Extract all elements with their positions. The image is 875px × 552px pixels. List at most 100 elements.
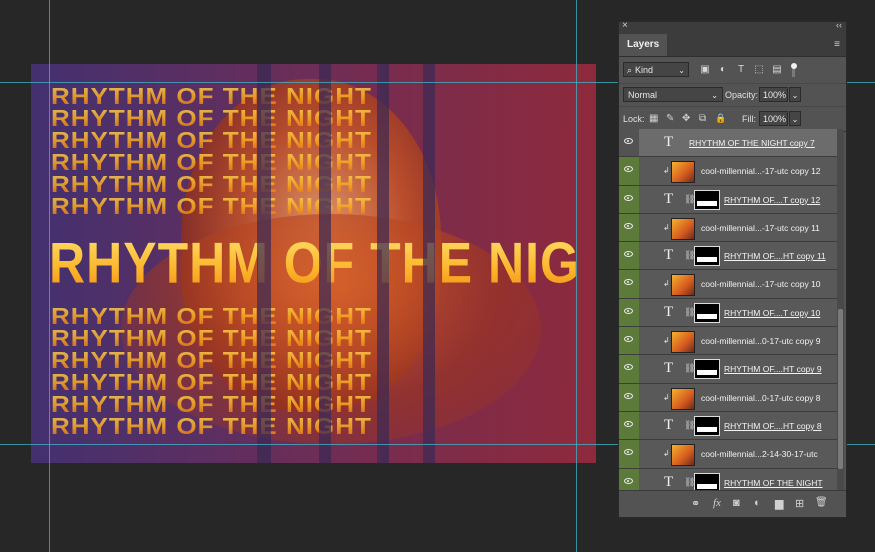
layer-row[interactable]: ↲ cool-millennial...2-14-30-17-utc xyxy=(619,440,837,469)
layer-row[interactable]: T ⛓ RHYTHM OF....HT copy 11 xyxy=(619,242,837,271)
visibility-toggle[interactable] xyxy=(619,213,639,242)
lock-transparent-icon[interactable]: ▦ xyxy=(649,113,658,124)
visibility-toggle[interactable] xyxy=(619,440,639,468)
type-layer-icon: T xyxy=(664,473,674,490)
new-group-folder-icon[interactable]: ▆ xyxy=(775,497,783,510)
main-title-text: RHYTHM OF THE NIGHT xyxy=(49,230,596,296)
fx-icon[interactable]: fx xyxy=(713,497,721,509)
link-layers-icon[interactable]: ⚭ xyxy=(691,497,700,510)
layer-name[interactable]: RHYTHM OF....HT copy 8 xyxy=(724,412,822,439)
lock-all-icon[interactable]: 🔒 xyxy=(715,113,726,124)
lock-position-icon[interactable]: ✥ xyxy=(682,113,690,124)
kind-filter-select[interactable]: ⌕ Kind ⌄ xyxy=(623,62,689,77)
visibility-toggle[interactable] xyxy=(619,298,639,327)
type-layer-icon: T xyxy=(664,247,674,264)
layer-name[interactable]: RHYTHM OF....T copy 12 xyxy=(724,186,820,213)
type-layer-icon: T xyxy=(664,360,674,377)
visibility-toggle[interactable] xyxy=(619,327,639,355)
layer-name[interactable]: cool-millennial...0-17-utc copy 9 xyxy=(701,327,821,354)
layer-row[interactable]: T ⛓ RHYTHM OF....T copy 10 xyxy=(619,298,837,328)
type-filter-icon[interactable]: T xyxy=(735,64,747,75)
panel-menu-icon[interactable]: ≡ xyxy=(834,39,840,50)
opacity-chevron[interactable]: ⌄ xyxy=(789,87,801,102)
visibility-toggle[interactable] xyxy=(619,129,639,157)
layer-name[interactable]: cool-millennial...-17-utc copy 10 xyxy=(701,270,821,297)
layer-row[interactable]: ↲ cool-millennial...0-17-utc copy 9 xyxy=(619,327,837,356)
close-icon[interactable]: × xyxy=(622,20,628,31)
visibility-toggle[interactable] xyxy=(619,411,639,440)
visibility-toggle[interactable] xyxy=(619,157,639,185)
layer-name[interactable]: cool-millennial...0-17-utc copy 8 xyxy=(701,384,821,411)
filter-toggle-stem xyxy=(792,69,795,77)
adjustment-filter-icon[interactable]: ◐ xyxy=(717,64,729,75)
visibility-toggle[interactable] xyxy=(619,185,639,213)
layer-row[interactable]: ↲ cool-millennial...-17-utc copy 10 xyxy=(619,270,837,299)
eye-icon xyxy=(624,307,633,314)
layers-panel: × ‹‹ Layers ≡ ⌕ Kind ⌄ ▣ ◐ T ⬚ ▤ Normal ⌄… xyxy=(618,20,847,518)
layer-row[interactable]: ↲ cool-millennial...-17-utc copy 11 xyxy=(619,213,837,243)
layer-name[interactable]: RHYTHM OF....T copy 10 xyxy=(724,299,820,326)
type-layer-icon: T xyxy=(664,416,674,433)
eye-icon xyxy=(624,449,633,456)
layer-name[interactable]: RHYTHM OF....HT copy 9 xyxy=(724,355,822,382)
layer-filter-row: ⌕ Kind ⌄ ▣ ◐ T ⬚ ▤ xyxy=(619,57,846,83)
clipping-arrow-icon: ↲ xyxy=(663,166,670,176)
lock-artboard-icon[interactable]: ⧉ xyxy=(699,113,706,124)
type-layer-icon: T xyxy=(664,303,674,320)
visibility-toggle[interactable] xyxy=(619,242,639,270)
layer-row[interactable]: T ⛓ RHYTHM OF....HT copy 8 xyxy=(619,411,837,441)
visibility-toggle[interactable] xyxy=(619,355,639,383)
pixel-filter-icon[interactable]: ▣ xyxy=(699,64,711,75)
adjustment-layer-icon[interactable]: ◐ xyxy=(754,497,761,509)
clipping-arrow-icon: ↲ xyxy=(663,222,670,232)
scrollbar-thumb[interactable] xyxy=(838,309,843,469)
visibility-toggle[interactable] xyxy=(619,270,639,298)
delete-layer-icon[interactable]: 🗑 xyxy=(815,497,828,508)
layer-mask-thumbnail xyxy=(694,246,720,267)
layer-mask-thumbnail xyxy=(694,302,720,323)
layer-name[interactable]: cool-millennial...-17-utc copy 12 xyxy=(701,157,821,184)
shape-filter-icon[interactable]: ⬚ xyxy=(753,64,765,75)
collapse-icon[interactable]: ‹‹ xyxy=(836,20,842,30)
chevron-down-icon: ⌄ xyxy=(711,91,718,100)
image-thumbnail xyxy=(671,217,695,240)
blend-row: Normal ⌄ Opacity: 100% ⌄ xyxy=(619,83,846,106)
clipping-arrow-icon: ↲ xyxy=(663,336,670,346)
image-thumbnail xyxy=(671,387,695,410)
layer-mask-thumbnail xyxy=(694,359,720,380)
tab-layers[interactable]: Layers xyxy=(619,34,668,56)
image-thumbnail xyxy=(671,444,695,467)
kind-filter-label: Kind xyxy=(635,65,654,75)
layer-row[interactable]: ↲ cool-millennial...-17-utc copy 12 xyxy=(619,157,837,186)
layer-row[interactable]: T RHYTHM OF THE NIGHT copy 7 xyxy=(619,129,837,158)
eye-icon xyxy=(624,222,633,229)
opacity-input[interactable]: 100% xyxy=(759,87,788,102)
layer-name[interactable]: cool-millennial...-17-utc copy 11 xyxy=(701,214,820,241)
visibility-toggle[interactable] xyxy=(619,383,639,411)
layer-name[interactable]: RHYTHM OF....HT copy 11 xyxy=(724,242,826,269)
fill-input[interactable]: 100% xyxy=(759,111,788,126)
layer-name[interactable]: RHYTHM OF THE NIGHT copy 7 xyxy=(689,129,815,156)
blend-mode-value: Normal xyxy=(628,90,658,100)
layer-row[interactable]: ↲ cool-millennial...0-17-utc copy 8 xyxy=(619,383,837,412)
layer-row[interactable]: T ⛓ RHYTHM OF....T copy 12 xyxy=(619,185,837,214)
clipping-arrow-icon: ↲ xyxy=(663,449,670,459)
type-layer-icon: T xyxy=(664,134,674,150)
lock-image-icon[interactable]: ✎ xyxy=(666,113,674,124)
fill-label: Fill: xyxy=(742,114,756,124)
eye-icon xyxy=(624,336,633,343)
blend-mode-select[interactable]: Normal ⌄ xyxy=(623,87,723,102)
fill-chevron[interactable]: ⌄ xyxy=(789,111,801,126)
layer-row[interactable]: T ⛓ RHYTHM OF....HT copy 9 xyxy=(619,355,837,384)
new-layer-icon[interactable]: ⊞ xyxy=(795,497,804,510)
vertical-stripe xyxy=(257,64,271,463)
smart-object-filter-icon[interactable]: ▤ xyxy=(771,64,783,75)
image-thumbnail xyxy=(671,161,695,184)
search-icon: ⌕ xyxy=(627,65,633,75)
layers-scrollbar[interactable] xyxy=(837,129,844,493)
add-mask-icon[interactable]: ◙ xyxy=(733,497,740,509)
clipping-arrow-icon: ↲ xyxy=(663,279,670,289)
layer-name[interactable]: cool-millennial...2-14-30-17-utc xyxy=(701,440,818,467)
eye-icon xyxy=(624,138,633,144)
artboard-canvas[interactable]: RHYTHM OF THE NIGHT RHYTHM OF THE NIGHT … xyxy=(31,64,596,463)
